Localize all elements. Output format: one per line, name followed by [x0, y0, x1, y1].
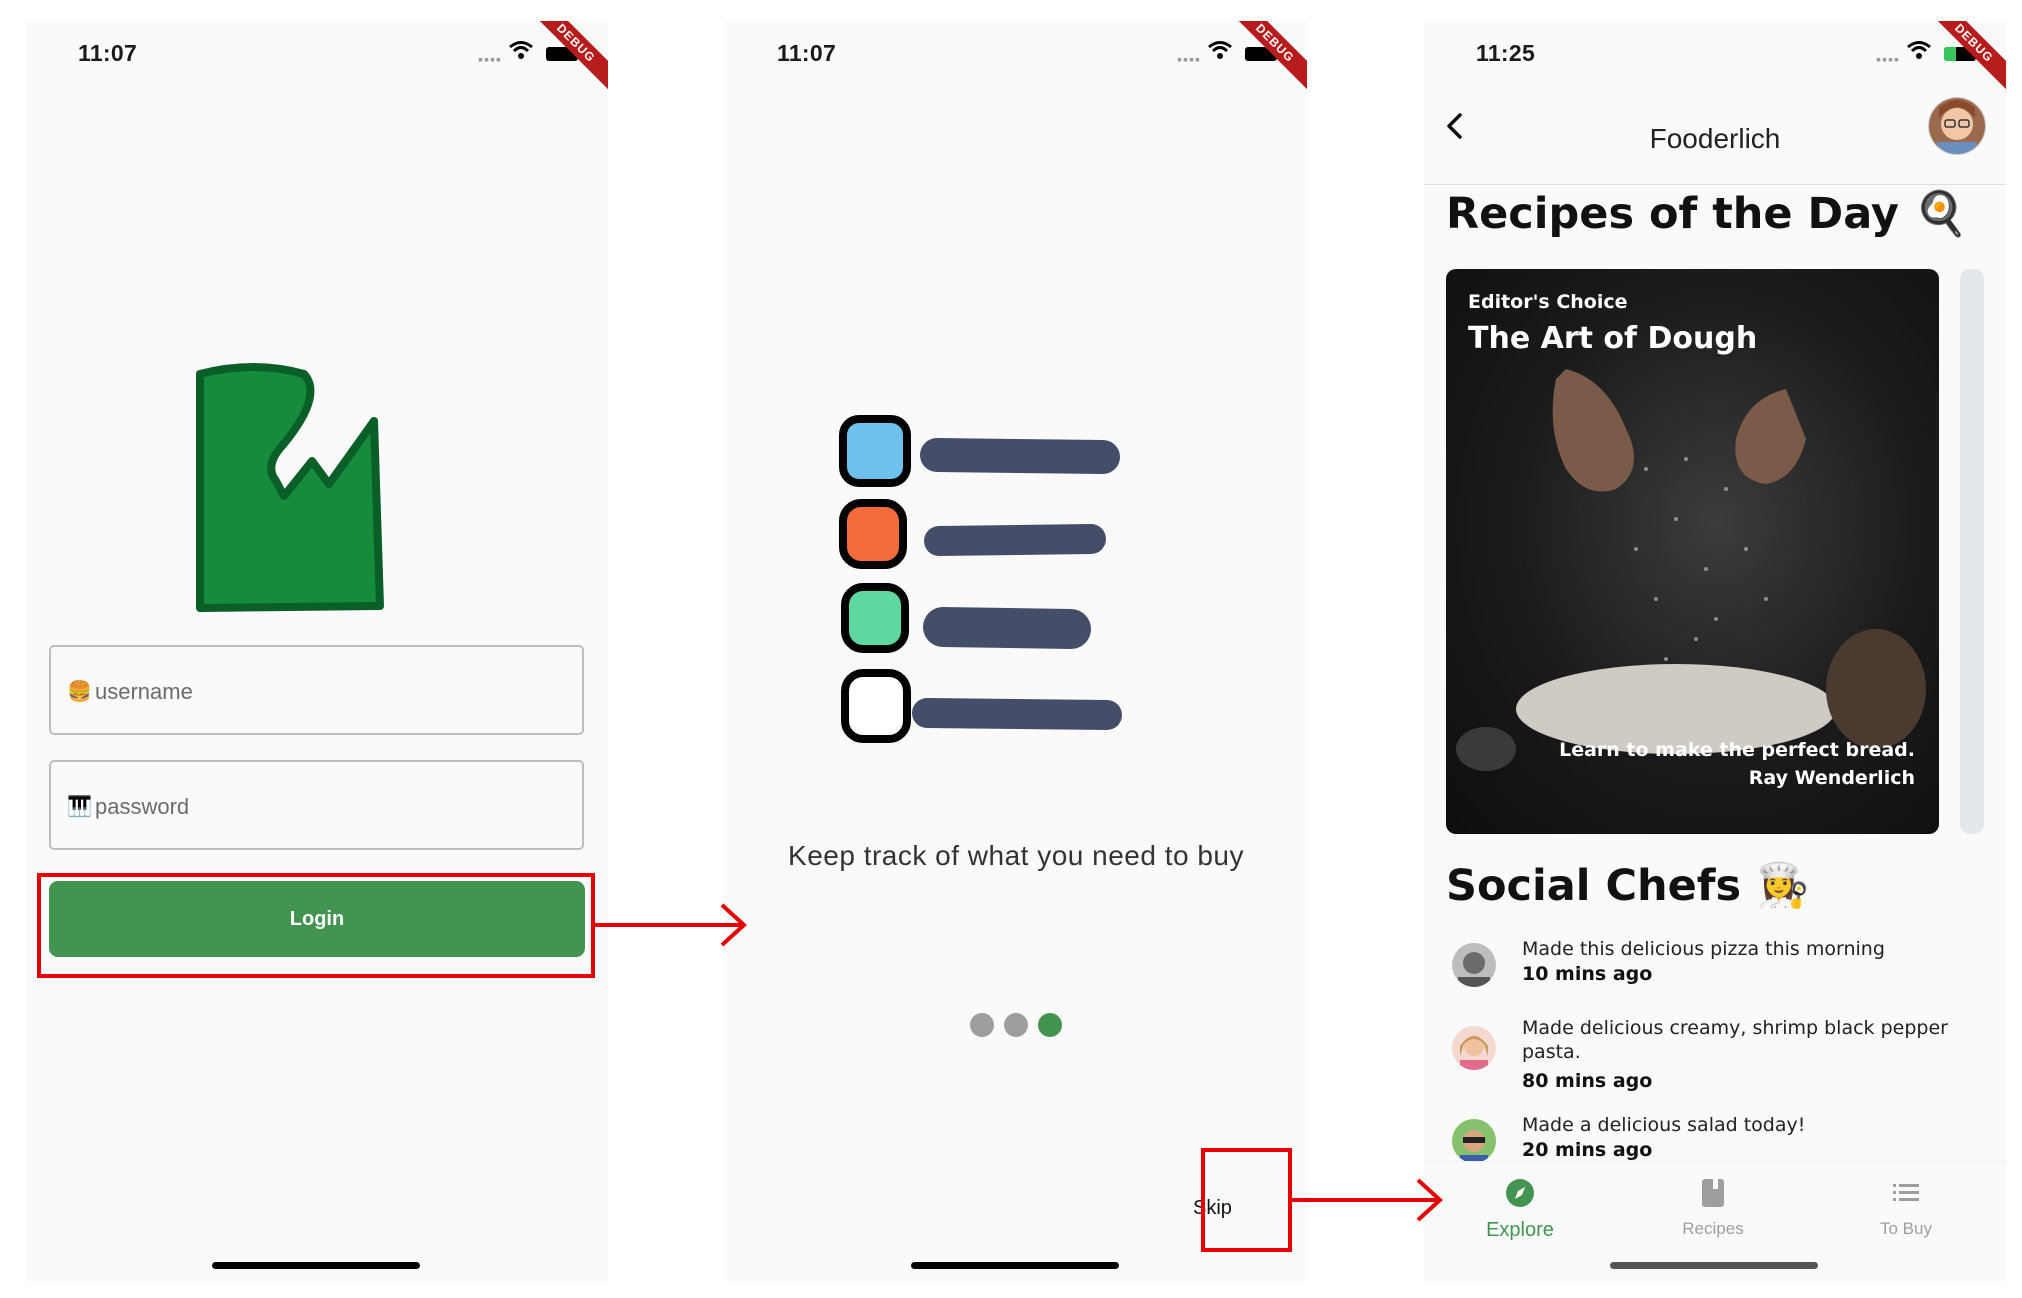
chef-icon: 👩‍🍳 [1756, 861, 1810, 911]
card-title: The Art of Dough [1468, 321, 1758, 356]
checklist-illustration [839, 415, 1122, 743]
social-heading: Social Chefs 👩‍🍳 [1446, 861, 1810, 911]
compass-icon [1506, 1179, 1534, 1207]
tab-label-recipes: Recipes [1682, 1219, 1744, 1238]
app-bar: Fooderlich [1424, 89, 2006, 185]
username-placeholder: username [95, 679, 193, 704]
recipe-card[interactable]: Editor's Choice The Art of Dough Learn t… [1446, 269, 1939, 834]
status-bar: 11:07 ▪▪▪▪ [725, 21, 1307, 81]
avatar-image [1929, 98, 1985, 154]
home-indicator [911, 1262, 1119, 1269]
arrow-to-explore [1290, 1178, 1443, 1222]
tab-label-to-buy: To Buy [1880, 1219, 1932, 1238]
frying-pan-icon: 🍳 [1913, 189, 1968, 239]
onboarding-screen: 11:07 ▪▪▪▪ DEBUG Keep track of what you … [725, 21, 1307, 1281]
post-time: 10 mins ago [1522, 963, 1653, 985]
status-bar: 11:25 ▪▪▪▪ [1424, 21, 2006, 81]
password-field[interactable]: 🎹 password [49, 760, 584, 850]
chef-avatar [1452, 1119, 1496, 1163]
post-message: Made a delicious salad today! [1522, 1114, 1806, 1136]
tab-label-explore: Explore [1486, 1219, 1554, 1241]
recipes-heading-text: Recipes of the Day [1446, 189, 1899, 239]
tab-recipes[interactable]: Recipes [1653, 1178, 1773, 1239]
next-card-peek[interactable] [1960, 269, 1984, 834]
chef-avatar [1452, 1026, 1496, 1070]
username-field[interactable]: 🍔 username [49, 645, 584, 735]
signal-icon: ▪▪▪▪ [478, 51, 502, 67]
post-message: Made delicious creamy, shrimp black pepp… [1522, 1017, 1948, 1063]
wifi-icon [1208, 41, 1232, 59]
page-dot[interactable] [1004, 1013, 1028, 1037]
skip-highlight-box [1201, 1148, 1292, 1252]
card-description: Learn to make the perfect bread. [1559, 739, 1915, 761]
wifi-icon [1907, 41, 1931, 59]
page-dot[interactable] [970, 1013, 994, 1037]
social-post[interactable]: Made this delicious pizza this morning 1… [1446, 937, 1986, 1001]
tab-to-buy[interactable]: To Buy [1846, 1178, 1966, 1239]
book-icon [1702, 1179, 1724, 1207]
recipes-heading: Recipes of the Day 🍳 [1446, 189, 1967, 239]
arrow-to-onboarding [592, 903, 747, 947]
status-time: 11:07 [777, 40, 837, 66]
tab-explore[interactable]: Explore [1460, 1178, 1580, 1242]
social-post[interactable]: Made delicious creamy, shrimp black pepp… [1446, 1016, 1986, 1096]
password-placeholder: password [95, 794, 190, 819]
piano-icon: 🎹 [67, 796, 92, 818]
wifi-icon [509, 41, 533, 59]
post-time: 80 mins ago [1522, 1070, 1653, 1092]
status-time: 11:25 [1476, 40, 1536, 66]
card-kicker: Editor's Choice [1468, 291, 1628, 313]
signal-icon: ▪▪▪▪ [1876, 51, 1900, 67]
page-indicator [970, 1013, 1062, 1037]
onboarding-text: Keep track of what you need to buy [788, 840, 1244, 871]
home-indicator [1610, 1262, 1818, 1269]
burger-icon: 🍔 [67, 681, 92, 703]
card-author: Ray Wenderlich [1748, 767, 1915, 789]
page-dot-active[interactable] [1038, 1013, 1062, 1037]
list-icon [1893, 1184, 1919, 1201]
profile-avatar[interactable] [1928, 97, 1986, 155]
social-heading-text: Social Chefs [1446, 861, 1742, 911]
app-title: Fooderlich [1649, 123, 1781, 154]
login-highlight-box [37, 873, 595, 978]
status-bar: 11:07 ▪▪▪▪ [26, 21, 608, 81]
explore-screen: 11:25 ▪▪▪▪ DEBUG Fooderlich Recipes of t… [1424, 21, 2006, 1281]
login-screen: 11:07 ▪▪▪▪ DEBUG 🍔 username 🎹 password L… [26, 21, 608, 1281]
home-indicator [212, 1262, 420, 1269]
status-time: 11:07 [78, 40, 138, 66]
post-message: Made this delicious pizza this morning [1522, 938, 1885, 960]
chef-avatar [1452, 943, 1496, 987]
signal-icon: ▪▪▪▪ [1177, 51, 1201, 67]
post-time: 20 mins ago [1522, 1139, 1653, 1161]
app-logo [196, 363, 384, 612]
